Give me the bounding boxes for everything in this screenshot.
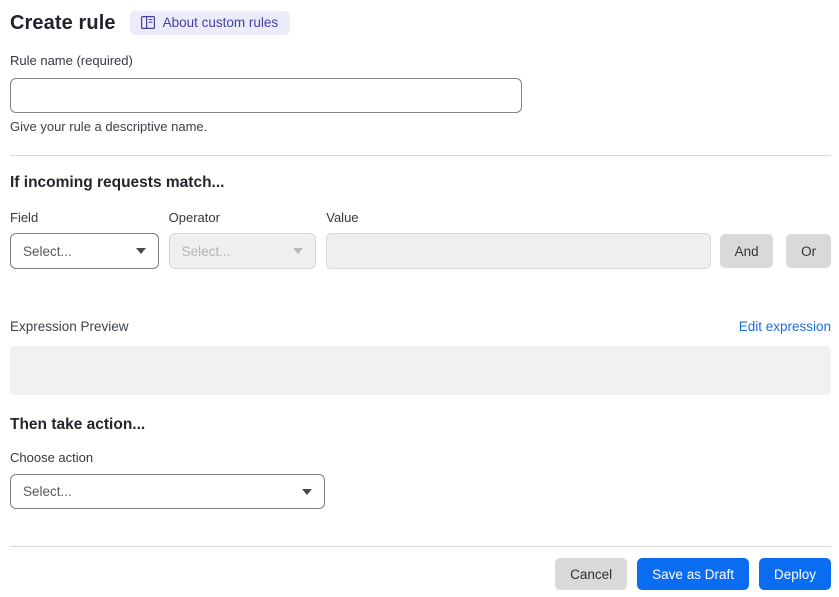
rule-name-section: Rule name (required) Give your rule a de…: [10, 52, 831, 134]
footer-divider: [10, 546, 831, 547]
expression-preview-label: Expression Preview: [10, 319, 129, 334]
chevron-down-icon: [302, 488, 312, 495]
chevron-down-icon: [293, 248, 304, 254]
rule-name-help: Give your rule a descriptive name.: [10, 119, 208, 134]
operator-select-value: Select...: [181, 243, 231, 259]
choose-action-value: Select...: [23, 484, 72, 499]
page-header: Create rule About custom rules: [10, 10, 831, 36]
choose-action-label: Choose action: [10, 450, 94, 465]
field-select-value: Select...: [23, 243, 72, 259]
chevron-down-icon: [135, 248, 146, 254]
operator-column: Operator Select...: [168, 210, 317, 269]
field-label: Field: [10, 210, 39, 225]
action-heading: Then take action...: [10, 416, 146, 433]
create-rule-page: Create rule About custom rules Rule name…: [0, 0, 839, 597]
value-column: Value: [326, 210, 712, 269]
value-input: [326, 233, 712, 269]
page-title: Create rule: [10, 11, 116, 34]
operator-select: Select...: [168, 233, 317, 269]
value-label: Value: [326, 210, 359, 225]
rule-name-input[interactable]: [10, 78, 522, 113]
choose-action-select[interactable]: Select...: [10, 474, 325, 509]
match-row: Field Select... Operator Select... Value…: [10, 210, 832, 269]
and-button[interactable]: And: [720, 234, 774, 268]
footer-actions: Cancel Save as Draft Deploy: [10, 558, 831, 590]
operator-label: Operator: [168, 210, 220, 225]
expression-preview-box: [10, 346, 831, 395]
edit-expression-link[interactable]: Edit expression: [739, 319, 831, 334]
section-divider: [10, 155, 831, 156]
deploy-button[interactable]: Deploy: [758, 558, 831, 590]
about-custom-rules-badge[interactable]: About custom rules: [129, 11, 291, 35]
cancel-button[interactable]: Cancel: [555, 558, 628, 590]
badge-label: About custom rules: [162, 15, 279, 30]
book-icon: [140, 16, 155, 29]
or-button[interactable]: Or: [786, 234, 832, 268]
field-column: Field Select...: [10, 210, 159, 269]
rule-name-label: Rule name (required): [10, 53, 133, 68]
match-heading: If incoming requests match...: [10, 174, 225, 191]
expression-header: Expression Preview Edit expression: [10, 319, 831, 334]
save-as-draft-button[interactable]: Save as Draft: [637, 558, 749, 590]
field-select[interactable]: Select...: [10, 233, 159, 269]
